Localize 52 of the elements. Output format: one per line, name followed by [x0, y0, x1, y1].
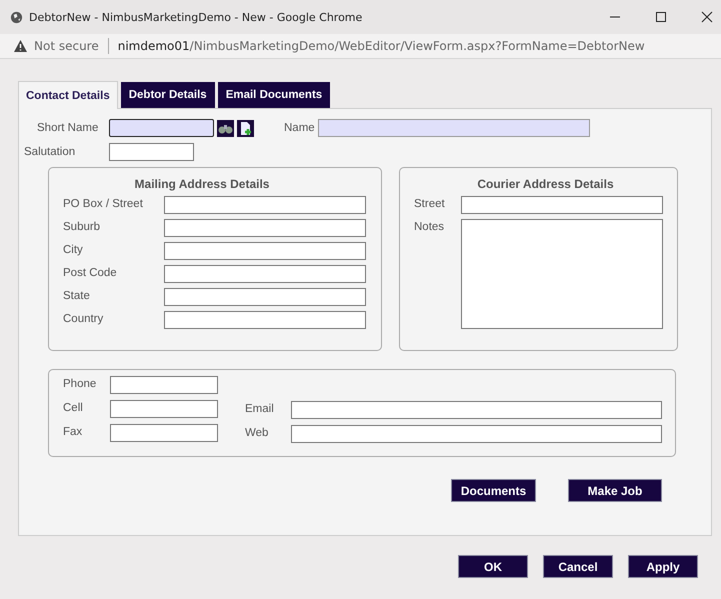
tab[interactable]: Email Documents: [218, 82, 330, 108]
field-label: State: [63, 289, 91, 304]
address-bar[interactable]: Not secure nimdemo01/NimbusMarketingDemo/WebEditor/ViewForm.aspx?FormName=DebtorNew: [0, 34, 721, 59]
group-title: Mailing Address Details: [134, 176, 270, 193]
text-field[interactable]: [291, 425, 662, 443]
maximize-icon[interactable]: [655, 11, 667, 23]
dialog-button[interactable]: Cancel: [543, 555, 613, 578]
group-title: Courier Address Details: [476, 176, 615, 193]
field-label: Street: [414, 197, 446, 212]
field-label: Phone: [63, 377, 98, 392]
action-button[interactable]: Make Job: [568, 479, 662, 502]
text-field[interactable]: [110, 400, 218, 418]
text-field[interactable]: [110, 376, 218, 394]
warning-icon: [14, 40, 27, 52]
short-name-field[interactable]: [109, 119, 214, 137]
tab[interactable]: Contact Details: [18, 81, 118, 109]
url-text: nimdemo01/NimbusMarketingDemo/WebEditor/ViewForm.aspx?FormName=DebtorNew: [118, 39, 645, 53]
field-label: Name: [284, 122, 316, 134]
text-field[interactable]: [164, 219, 366, 237]
close-icon[interactable]: [701, 11, 713, 23]
field-label: Short Name: [37, 122, 100, 134]
window-title: DebtorNew - NimbusMarketingDemo - New - Google Chrome: [29, 10, 364, 24]
field-label: Salutation: [24, 146, 76, 158]
text-field[interactable]: [164, 242, 366, 260]
text-field[interactable]: [164, 265, 366, 283]
binoculars-icon[interactable]: [217, 120, 234, 136]
field-label: Fax: [63, 425, 84, 440]
text-field[interactable]: [164, 311, 366, 329]
field-label: Email: [245, 402, 275, 417]
field-label: City: [63, 243, 84, 258]
tab[interactable]: Debtor Details: [120, 82, 215, 108]
new-document-icon[interactable]: [237, 120, 254, 136]
field-label: Country: [63, 312, 104, 327]
text-field[interactable]: [461, 196, 663, 214]
field-label: PO Box / Street: [63, 197, 144, 212]
field-label: Suburb: [63, 220, 102, 235]
salutation-field[interactable]: [109, 143, 194, 161]
text-field[interactable]: [164, 196, 366, 214]
text-field[interactable]: [291, 401, 662, 419]
text-field[interactable]: [164, 288, 366, 306]
name-field[interactable]: [318, 119, 590, 137]
globe-icon: [10, 10, 23, 24]
security-label: Not secure: [34, 39, 99, 53]
field-label: Cell: [63, 401, 84, 416]
action-button[interactable]: Documents: [451, 479, 536, 502]
notes-field[interactable]: [461, 219, 663, 329]
dialog-button[interactable]: OK: [458, 555, 528, 578]
text-field[interactable]: [110, 424, 218, 442]
field-label: Notes: [414, 220, 446, 235]
dialog-button[interactable]: Apply: [628, 555, 698, 578]
field-label: Post Code: [63, 266, 118, 281]
field-label: Web: [245, 426, 270, 441]
